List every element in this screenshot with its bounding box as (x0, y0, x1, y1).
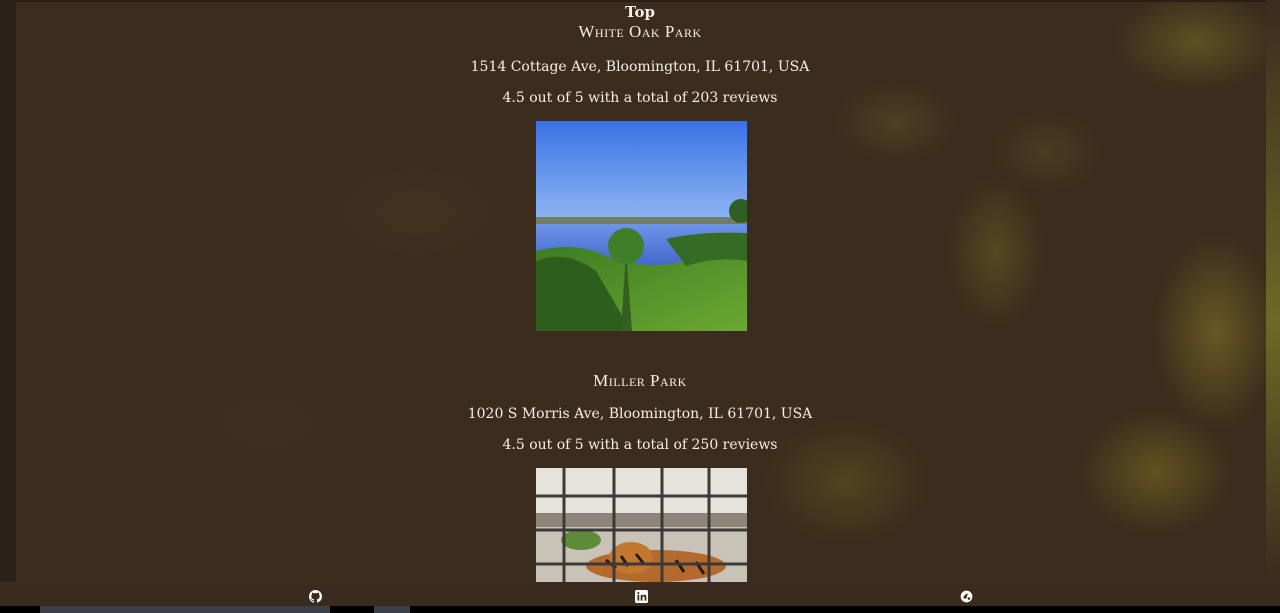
park-photo-tiger (536, 468, 747, 582)
top-link[interactable]: Top (0, 3, 1280, 21)
park-rating: 4.5 out of 5 with a total of 203 reviews (502, 90, 778, 106)
linkedin-icon[interactable] (635, 588, 648, 603)
park-address: 1020 S Morris Ave, Bloomington, IL 61701… (467, 406, 813, 422)
park-rating: 4.5 out of 5 with a total of 250 reviews (502, 437, 778, 453)
right-edge (1266, 0, 1280, 582)
github-icon[interactable] (309, 588, 322, 603)
park-name: White Oak Park (578, 22, 702, 41)
website-icon[interactable] (960, 588, 973, 603)
park-name: Miller Park (593, 371, 687, 390)
footer (0, 582, 1280, 606)
taskbar-segment (374, 606, 410, 613)
page: Top White Oak Park 1514 Cottage Ave, Blo… (0, 0, 1280, 613)
taskbar-segment (40, 606, 330, 613)
park-address: 1514 Cottage Ave, Bloomington, IL 61701,… (470, 59, 810, 75)
park-photo-lake (536, 121, 747, 331)
